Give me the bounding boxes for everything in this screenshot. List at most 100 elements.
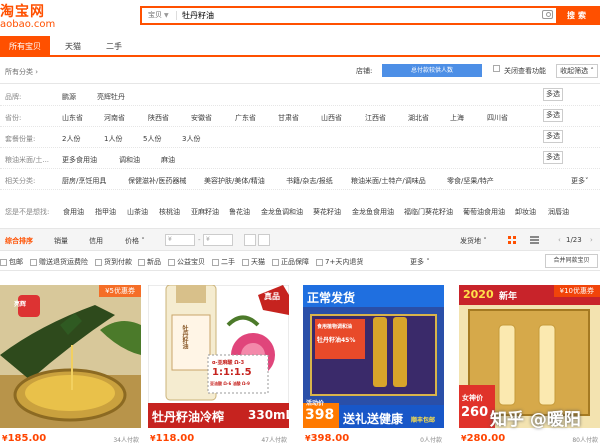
product-card[interactable]: 正常发货 食用植物调和油 牡丹籽油45% 活动价 398 送礼送健康 顺丰包邮 … [303, 285, 444, 445]
suggestion-link[interactable]: 食用油 [63, 207, 84, 217]
suggestion-link[interactable]: 指甲油 [95, 207, 116, 217]
more-button[interactable]: 更多˅ [571, 176, 589, 186]
product-card[interactable]: 牡丹籽油 α-亚麻酸 Ω-3 1:1:1.5 亚油酸 Ω-6 油酸 Ω-9 真品… [148, 285, 289, 445]
filter-option[interactable]: 河南省 [104, 113, 125, 123]
multi-select-button[interactable]: 多选 [543, 151, 563, 164]
search-input[interactable]: 牡丹籽油 [182, 8, 214, 23]
camera-icon[interactable] [542, 10, 553, 19]
multi-select-button[interactable]: 多选 [543, 130, 563, 143]
filter-option[interactable]: 保健滋补/医药器械 [128, 176, 186, 186]
option-return-insurance[interactable]: 赠送退货运费险 [30, 257, 88, 267]
volume-label: 330mL [248, 408, 289, 422]
tab-all[interactable]: 所有宝贝 [0, 36, 50, 57]
product-image[interactable]: 正常发货 食用植物调和油 牡丹籽油45% 活动价 398 送礼送健康 顺丰包邮 [303, 285, 444, 428]
suggestion-link[interactable]: 葵花籽油 [313, 207, 341, 217]
grid-view-icon[interactable] [508, 236, 516, 244]
filter-option[interactable]: 山西省 [321, 113, 342, 123]
option-tmall[interactable]: 天猫 [242, 257, 265, 267]
filter-option[interactable]: 厨房/烹饪用具 [62, 176, 106, 186]
sort-default[interactable]: 综合排序 [5, 236, 33, 246]
list-view-icon[interactable] [530, 236, 539, 244]
suggestion-link[interactable]: 葡萄油食用油 [463, 207, 505, 217]
filter-option[interactable]: 粮油米面/土特产/调味品 [351, 176, 426, 186]
breadcrumb[interactable]: 所有分类 › [5, 67, 38, 77]
multi-select-button[interactable]: 多选 [543, 109, 563, 122]
promo-banner: 牡丹籽油冷榨 [152, 410, 225, 424]
filter-option[interactable]: 5人份 [143, 134, 161, 144]
checkbox[interactable] [168, 258, 175, 266]
option-free-shipping[interactable]: 包邮 [0, 257, 23, 267]
suggestion-link[interactable]: 金龙鱼调和油 [261, 207, 303, 217]
filter-option[interactable]: 鹏源 [62, 92, 76, 102]
combine-same-button[interactable]: 合并同款宝贝 [545, 254, 598, 268]
suggestion-link[interactable]: 金龙鱼食用油 [352, 207, 394, 217]
tab-tmall[interactable]: 天猫 [55, 36, 91, 57]
filter-option[interactable]: 书籍/杂志/报纸 [286, 176, 333, 186]
checkbox[interactable] [272, 258, 279, 266]
sort-price[interactable]: 价格 ˅ [125, 236, 145, 246]
filter-option[interactable]: 山东省 [62, 113, 83, 123]
price-confirm-box[interactable] [258, 234, 270, 246]
options-more-label: 更多 [410, 258, 424, 266]
checkbox[interactable] [242, 258, 249, 266]
filter-option[interactable]: 美容护肤/美体/精油 [204, 176, 265, 186]
suggestion-link[interactable]: 润唇油 [548, 207, 569, 217]
filter-option[interactable]: 甘肃省 [278, 113, 299, 123]
filter-option[interactable]: 四川省 [487, 113, 508, 123]
checkbox[interactable] [316, 258, 323, 266]
filter-option[interactable]: 2人份 [62, 134, 80, 144]
filter-option[interactable]: 江西省 [365, 113, 386, 123]
next-page-icon[interactable]: › [590, 236, 593, 244]
suggestion-link[interactable]: 鲁花油 [229, 207, 250, 217]
filter-option[interactable]: 亮辉牡丹 [97, 92, 125, 102]
suggestion-link[interactable]: 亚麻籽油 [191, 207, 219, 217]
product-image[interactable]: 亮辉 ¥5优惠券 [0, 285, 141, 428]
filter-option[interactable]: 上海 [450, 113, 464, 123]
sort-credit[interactable]: 信用 [89, 236, 103, 246]
option-charity[interactable]: 公益宝贝 [168, 257, 205, 267]
option-cod[interactable]: 货到付款 [95, 257, 132, 267]
filter-option[interactable]: 调和油 [119, 155, 140, 165]
filter-row-spec: 套餐份量: 2人份 1人份 5人份 3人份 多选 [0, 127, 600, 148]
filter-option[interactable]: 广东省 [235, 113, 256, 123]
price-confirm-box[interactable] [244, 234, 256, 246]
sort-sales[interactable]: 销量 [54, 236, 68, 246]
search-button[interactable]: 搜索 [556, 6, 600, 25]
checkbox[interactable] [30, 258, 37, 266]
multi-select-button[interactable]: 多选 [543, 88, 563, 101]
tab-secondhand[interactable]: 二手 [96, 36, 132, 57]
ship-from-dropdown[interactable]: 发货地 ˅ [460, 236, 487, 246]
store-filter-badge[interactable]: 总付款较供人数 [382, 64, 482, 77]
watermark: 知乎 @暖阳 [490, 410, 581, 430]
suggestion-link[interactable]: 福临门葵花籽油 [404, 207, 453, 217]
suggestion-link[interactable]: 核桃油 [159, 207, 180, 217]
search-scope-dropdown[interactable]: 宝贝 ▼ [142, 8, 176, 23]
checkbox[interactable] [0, 258, 7, 266]
prev-page-icon[interactable]: ‹ [558, 236, 561, 244]
option-genuine[interactable]: 正品保障 [272, 257, 309, 267]
option-new[interactable]: 新品 [138, 257, 161, 267]
option-secondhand[interactable]: 二手 [212, 257, 235, 267]
option-7day-return[interactable]: 7+天内退货 [316, 257, 363, 267]
suggestion-link[interactable]: 山茶油 [127, 207, 148, 217]
price-max-input[interactable]: ¥ [203, 234, 233, 246]
product-card[interactable]: 亮辉 ¥5优惠券 ¥185.00 34人付款 [0, 285, 141, 445]
close-compare-checkbox[interactable] [493, 65, 500, 72]
options-more[interactable]: 更多 ˅ [410, 257, 430, 267]
filter-option[interactable]: 麻油 [161, 155, 175, 165]
taobao-logo[interactable]: 淘宝网 aobao.com [0, 1, 55, 30]
filter-option[interactable]: 零食/坚果/特产 [447, 176, 494, 186]
price-min-input[interactable]: ¥ [165, 234, 195, 246]
filter-option[interactable]: 1人份 [104, 134, 122, 144]
collapse-filter-button[interactable]: 收起筛选 ˄ [556, 64, 598, 78]
filter-option[interactable]: 3人份 [182, 134, 200, 144]
product-image[interactable]: 牡丹籽油 α-亚麻酸 Ω-3 1:1:1.5 亚油酸 Ω-6 油酸 Ω-9 真品… [148, 285, 289, 428]
suggestion-link[interactable]: 卸妆油 [515, 207, 536, 217]
checkbox[interactable] [138, 258, 145, 266]
checkbox[interactable] [212, 258, 219, 266]
filter-option[interactable]: 安徽省 [191, 113, 212, 123]
filter-option[interactable]: 陕西省 [148, 113, 169, 123]
filter-option[interactable]: 湖北省 [408, 113, 429, 123]
checkbox[interactable] [95, 258, 102, 266]
filter-option[interactable]: 更多食用油 [62, 155, 97, 165]
